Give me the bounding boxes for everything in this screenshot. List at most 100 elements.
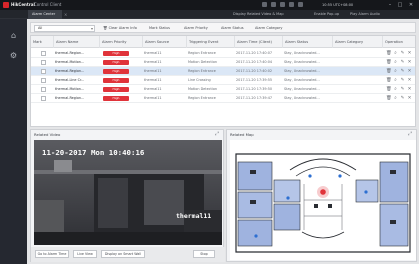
search-icon[interactable]: ⌕: [393, 60, 398, 65]
alarm-source-cell: thermal11: [144, 96, 162, 100]
alarm-source-select[interactable]: All ▾: [34, 25, 95, 32]
priority-badge: High: [103, 69, 129, 74]
column-alarm-category[interactable]: Alarm Category: [332, 36, 382, 48]
camera-marker-icon[interactable]: [286, 196, 290, 200]
restore-icon[interactable]: □: [396, 1, 404, 9]
edit-icon[interactable]: ✎: [400, 96, 405, 101]
close-icon[interactable]: ✕: [407, 87, 412, 92]
home-icon[interactable]: ⌂: [7, 29, 20, 42]
lock-icon[interactable]: [289, 2, 294, 7]
enable-popup-toggle[interactable]: Enable Pop-up: [314, 10, 339, 19]
mark-checkbox[interactable]: [41, 69, 46, 74]
mark-status-filter[interactable]: Mark Status: [149, 25, 170, 32]
column-alarm-time[interactable]: Alarm Time (Client): [234, 36, 282, 48]
table-row[interactable]: thermal-Region... High thermal11 Region Ent…: [31, 49, 415, 58]
search-icon[interactable]: ⌕: [393, 96, 398, 101]
trash-icon[interactable]: 🗑: [386, 96, 392, 101]
trash-icon[interactable]: 🗑: [386, 60, 392, 65]
alarm-source-cell: thermal11: [144, 87, 162, 91]
trash-icon[interactable]: 🗑: [386, 78, 392, 83]
close-icon[interactable]: ✕: [407, 51, 412, 56]
column-mark[interactable]: Mark: [31, 36, 53, 48]
mark-checkbox[interactable]: [41, 96, 46, 101]
alarm-category-filter[interactable]: Alarm Category: [255, 25, 282, 32]
related-map-panel: Related Map ⤢: [226, 129, 417, 262]
floor-plan: [230, 140, 416, 260]
live-view-button[interactable]: Live View: [73, 250, 97, 258]
alarm-status-cell: Stay, Unacknowled...: [284, 78, 320, 82]
tools-icon[interactable]: ⚙: [7, 49, 20, 62]
trash-icon[interactable]: 🗑: [386, 51, 392, 56]
clear-alarm-button[interactable]: 🗑 Clear Alarm Info: [103, 25, 137, 32]
edit-icon[interactable]: ✎: [400, 78, 405, 83]
alarm-time-cell: 2017-11-20 17:40:02: [236, 69, 273, 73]
close-icon[interactable]: ✕: [407, 78, 412, 83]
alarm-status-filter[interactable]: Alarm Status: [221, 25, 244, 32]
column-alarm-name[interactable]: Alarm Name: [53, 36, 99, 48]
mark-checkbox[interactable]: [41, 78, 46, 83]
edit-icon[interactable]: ✎: [400, 60, 405, 65]
minimize-icon[interactable]: –: [386, 1, 394, 9]
alarm-name-cell: thermal-Region...: [55, 69, 85, 73]
alarm-source-cell: thermal11: [144, 60, 162, 64]
tab-close-icon[interactable]: ×: [64, 10, 67, 19]
search-icon[interactable]: ⌕: [393, 78, 398, 83]
edit-icon[interactable]: ✎: [400, 51, 405, 56]
column-alarm-priority[interactable]: Alarm Priority: [99, 36, 142, 48]
trash-icon[interactable]: 🗑: [386, 69, 392, 74]
tab-alarm-center[interactable]: Alarm Center: [28, 10, 62, 19]
triggering-event-cell: Region Entrance: [188, 51, 216, 55]
camera-marker-icon[interactable]: [317, 186, 329, 198]
user-icon[interactable]: [280, 2, 285, 7]
camera-marker-icon[interactable]: [308, 174, 312, 178]
clock-display: 10:55 UTC+08:00: [322, 3, 354, 7]
display-on-smart-wall-button[interactable]: Display on Smart Wall: [101, 250, 145, 258]
alarm-status-cell: Stay, Unacknowled...: [284, 60, 320, 64]
alarm-time-cell: 2017-11-20 17:39:50: [236, 87, 273, 91]
search-icon[interactable]: ⌕: [393, 69, 398, 74]
search-icon[interactable]: ⌕: [393, 87, 398, 92]
triggering-event-cell: Region Entrance: [188, 96, 216, 100]
menu-icon[interactable]: [298, 2, 303, 7]
mark-checkbox[interactable]: [41, 51, 46, 56]
video-controls: Go to Alarm Time Live View Display on Sm…: [31, 247, 225, 262]
close-icon[interactable]: ✕: [407, 96, 412, 101]
stop-button[interactable]: Stop: [193, 250, 215, 258]
camera-marker-icon[interactable]: [338, 174, 342, 178]
mark-checkbox[interactable]: [41, 87, 46, 92]
edit-icon[interactable]: ✎: [400, 87, 405, 92]
alarm-status-cell: Stay, Unacknowled...: [284, 51, 320, 55]
warning-icon[interactable]: [262, 2, 267, 7]
thermal-video[interactable]: 11-20-2017 Mon 10:40:16 thermal11: [34, 140, 222, 245]
audio-icon[interactable]: [271, 2, 276, 7]
close-icon[interactable]: ✕: [407, 69, 412, 74]
alarm-audio-toggle[interactable]: Play Alarm Audio: [350, 10, 380, 19]
camera-marker-icon[interactable]: [254, 234, 258, 238]
alarm-priority-filter[interactable]: Alarm Priority: [184, 25, 208, 32]
camera-marker-icon[interactable]: [364, 190, 368, 194]
table-row[interactable]: thermal-Line Cr... High thermal11 Line Cros…: [31, 76, 415, 85]
floor-plan-map[interactable]: [230, 140, 416, 260]
table-row[interactable]: thermal-Region... High thermal11 Region Ent…: [31, 67, 415, 76]
column-triggering-event[interactable]: Triggering Event: [186, 36, 234, 48]
expand-icon[interactable]: ⤢: [408, 131, 412, 138]
expand-icon[interactable]: ⤢: [215, 131, 219, 138]
search-icon[interactable]: ⌕: [393, 51, 398, 56]
column-alarm-status[interactable]: Alarm Status: [282, 36, 332, 48]
alarm-time-cell: 2017-11-20 17:40:04: [236, 60, 273, 64]
trash-icon[interactable]: 🗑: [386, 87, 392, 92]
edit-icon[interactable]: ✎: [400, 69, 405, 74]
close-icon[interactable]: ✕: [407, 60, 412, 65]
close-icon[interactable]: ✕: [407, 1, 415, 9]
mark-checkbox[interactable]: [41, 60, 46, 65]
video-osd-camera-name: thermal11: [176, 212, 212, 220]
display-related-toggle[interactable]: Display Related Video & Map: [233, 10, 284, 19]
go-to-alarm-time-button[interactable]: Go to Alarm Time: [35, 250, 69, 258]
video-panel-title: Related Video: [34, 132, 61, 137]
table-row[interactable]: thermal-Motion... High thermal11 Motion Det…: [31, 58, 415, 67]
column-alarm-source[interactable]: Alarm Source: [142, 36, 186, 48]
table-row[interactable]: thermal-Region... High thermal11 Region Ent…: [31, 94, 415, 103]
table-row[interactable]: thermal-Motion... High thermal11 Motion Det…: [31, 85, 415, 94]
column-operation: Operation: [382, 36, 415, 48]
alarm-time-cell: 2017-11-20 17:40:07: [236, 51, 273, 55]
